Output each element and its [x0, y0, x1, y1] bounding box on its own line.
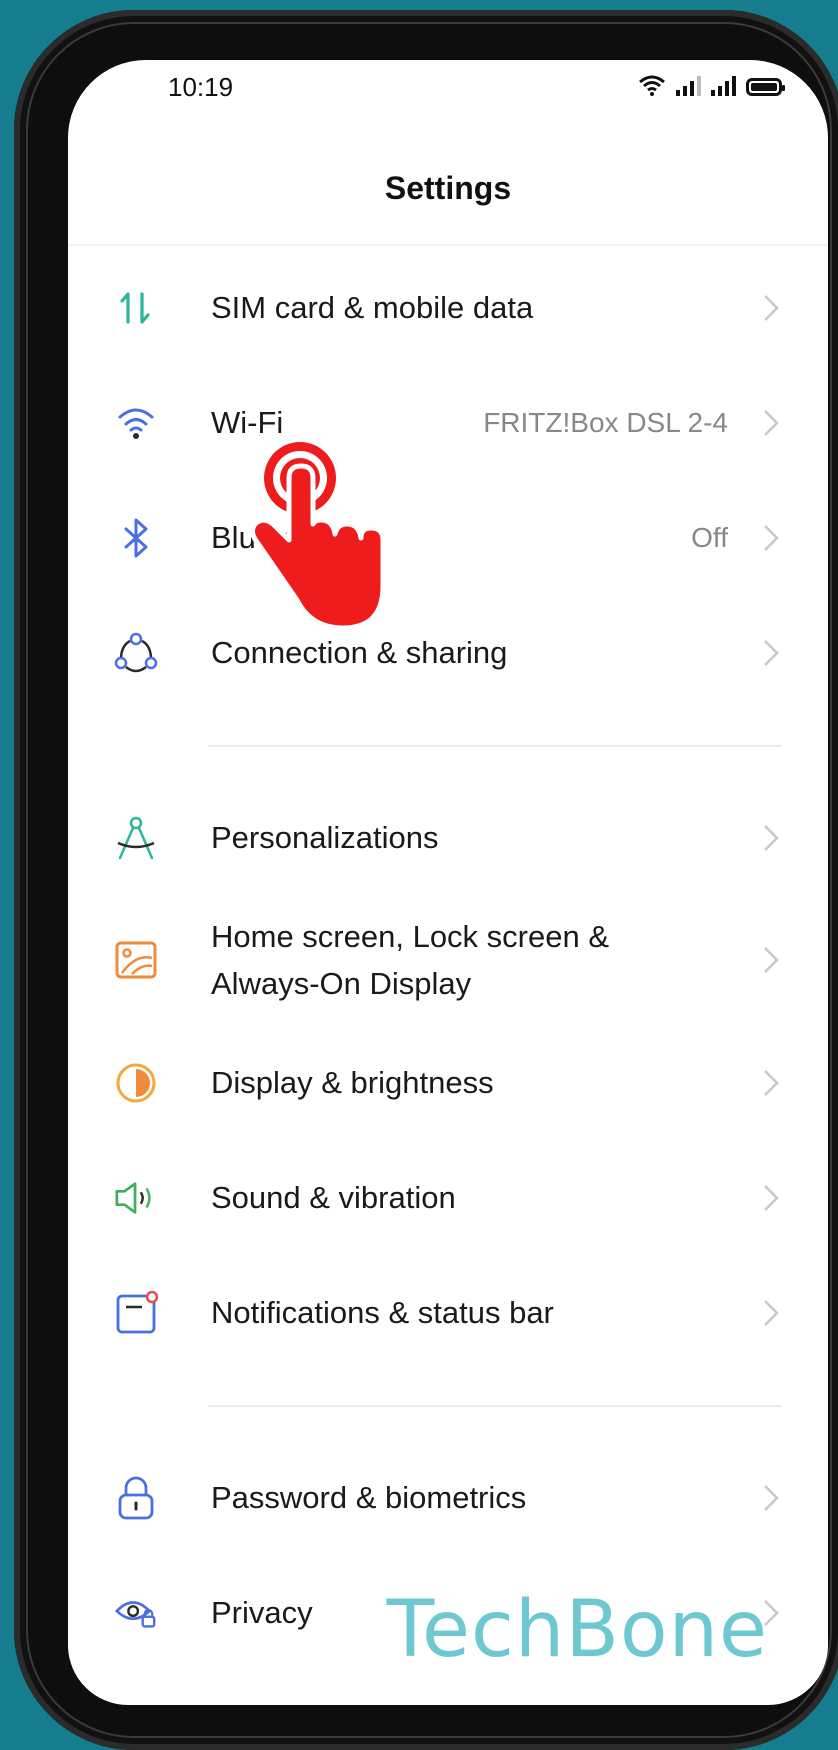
- battery-icon: [746, 78, 785, 96]
- speaker-icon: [114, 1176, 158, 1220]
- settings-item-sound[interactable]: Sound & vibration: [68, 1140, 828, 1255]
- watermark-text: TechBone: [386, 1585, 768, 1675]
- screen: 10:19 Settings SIM card & mobile data Wi…: [68, 60, 828, 1705]
- chevron-right-icon: [764, 409, 779, 436]
- tap-hand-icon: [249, 442, 386, 631]
- page-title: Settings: [384, 170, 512, 206]
- settings-item-label: Wi-Fi: [211, 405, 284, 440]
- settings-item-wifi[interactable]: Wi-Fi FRITZ!Box DSL 2-4: [68, 365, 828, 480]
- chevron-right-icon: [764, 1299, 779, 1326]
- connection-sharing-icon: [114, 631, 158, 675]
- lock-icon: [114, 1476, 158, 1520]
- wallpaper-icon: [114, 938, 158, 982]
- label-line-2: Always-On Display: [211, 966, 472, 1001]
- compass-icon: [114, 816, 158, 860]
- status-icons: [638, 74, 785, 96]
- status-bar: 10:19: [68, 60, 828, 140]
- settings-item-home-screen[interactable]: Home screen, Lock screen & Always-On Dis…: [68, 895, 828, 1025]
- chevron-right-icon: [764, 1184, 779, 1211]
- phone-frame: 10:19 Settings SIM card & mobile data Wi…: [14, 10, 838, 1750]
- notification-icon: [114, 1290, 158, 1335]
- wifi-icon: [114, 401, 158, 445]
- settings-item-label: Password & biometrics: [211, 1480, 527, 1515]
- settings-item-sim[interactable]: SIM card & mobile data: [68, 250, 828, 365]
- settings-item-label: Privacy: [211, 1595, 313, 1630]
- section-divider: [68, 710, 828, 780]
- settings-item-label: Display & brightness: [211, 1065, 494, 1100]
- chevron-right-icon: [764, 1484, 779, 1511]
- chevron-right-icon: [764, 824, 779, 851]
- chevron-right-icon: [764, 639, 779, 666]
- settings-item-label: SIM card & mobile data: [211, 290, 534, 325]
- chevron-right-icon: [764, 947, 779, 973]
- settings-item-bluetooth[interactable]: Bluetooth Off: [68, 480, 828, 595]
- status-time: 10:19: [168, 72, 234, 102]
- wifi-network-value: FRITZ!Box DSL 2-4: [483, 406, 728, 438]
- brightness-icon: [114, 1061, 158, 1105]
- privacy-eye-icon: [114, 1591, 158, 1635]
- settings-item-label: Sound & vibration: [211, 1180, 456, 1215]
- bluetooth-status-value: Off: [691, 521, 728, 553]
- section-divider: [68, 1370, 828, 1440]
- header-divider: [68, 244, 828, 246]
- settings-item-personalizations[interactable]: Personalizations: [68, 780, 828, 895]
- label-line-1: Home screen, Lock screen &: [211, 919, 610, 954]
- bluetooth-icon: [114, 516, 158, 560]
- signal-1-icon: [676, 74, 701, 96]
- settings-item-label: Home screen, Lock screen & Always-On Dis…: [211, 913, 609, 1007]
- settings-item-label: Personalizations: [211, 820, 439, 855]
- signal-2-icon: [711, 74, 736, 96]
- settings-item-label: Notifications & status bar: [211, 1295, 554, 1330]
- wifi-status-icon: [639, 75, 665, 96]
- mobile-data-icon: [114, 286, 158, 330]
- settings-item-connection[interactable]: Connection & sharing: [68, 595, 828, 710]
- settings-item-display[interactable]: Display & brightness: [68, 1025, 828, 1140]
- chevron-right-icon: [764, 294, 779, 321]
- settings-list: SIM card & mobile data Wi-Fi FRITZ!Box D…: [68, 250, 828, 1670]
- settings-item-password[interactable]: Password & biometrics: [68, 1440, 828, 1555]
- chevron-right-icon: [764, 524, 779, 551]
- settings-item-notifications[interactable]: Notifications & status bar: [68, 1255, 828, 1370]
- chevron-right-icon: [764, 1069, 779, 1096]
